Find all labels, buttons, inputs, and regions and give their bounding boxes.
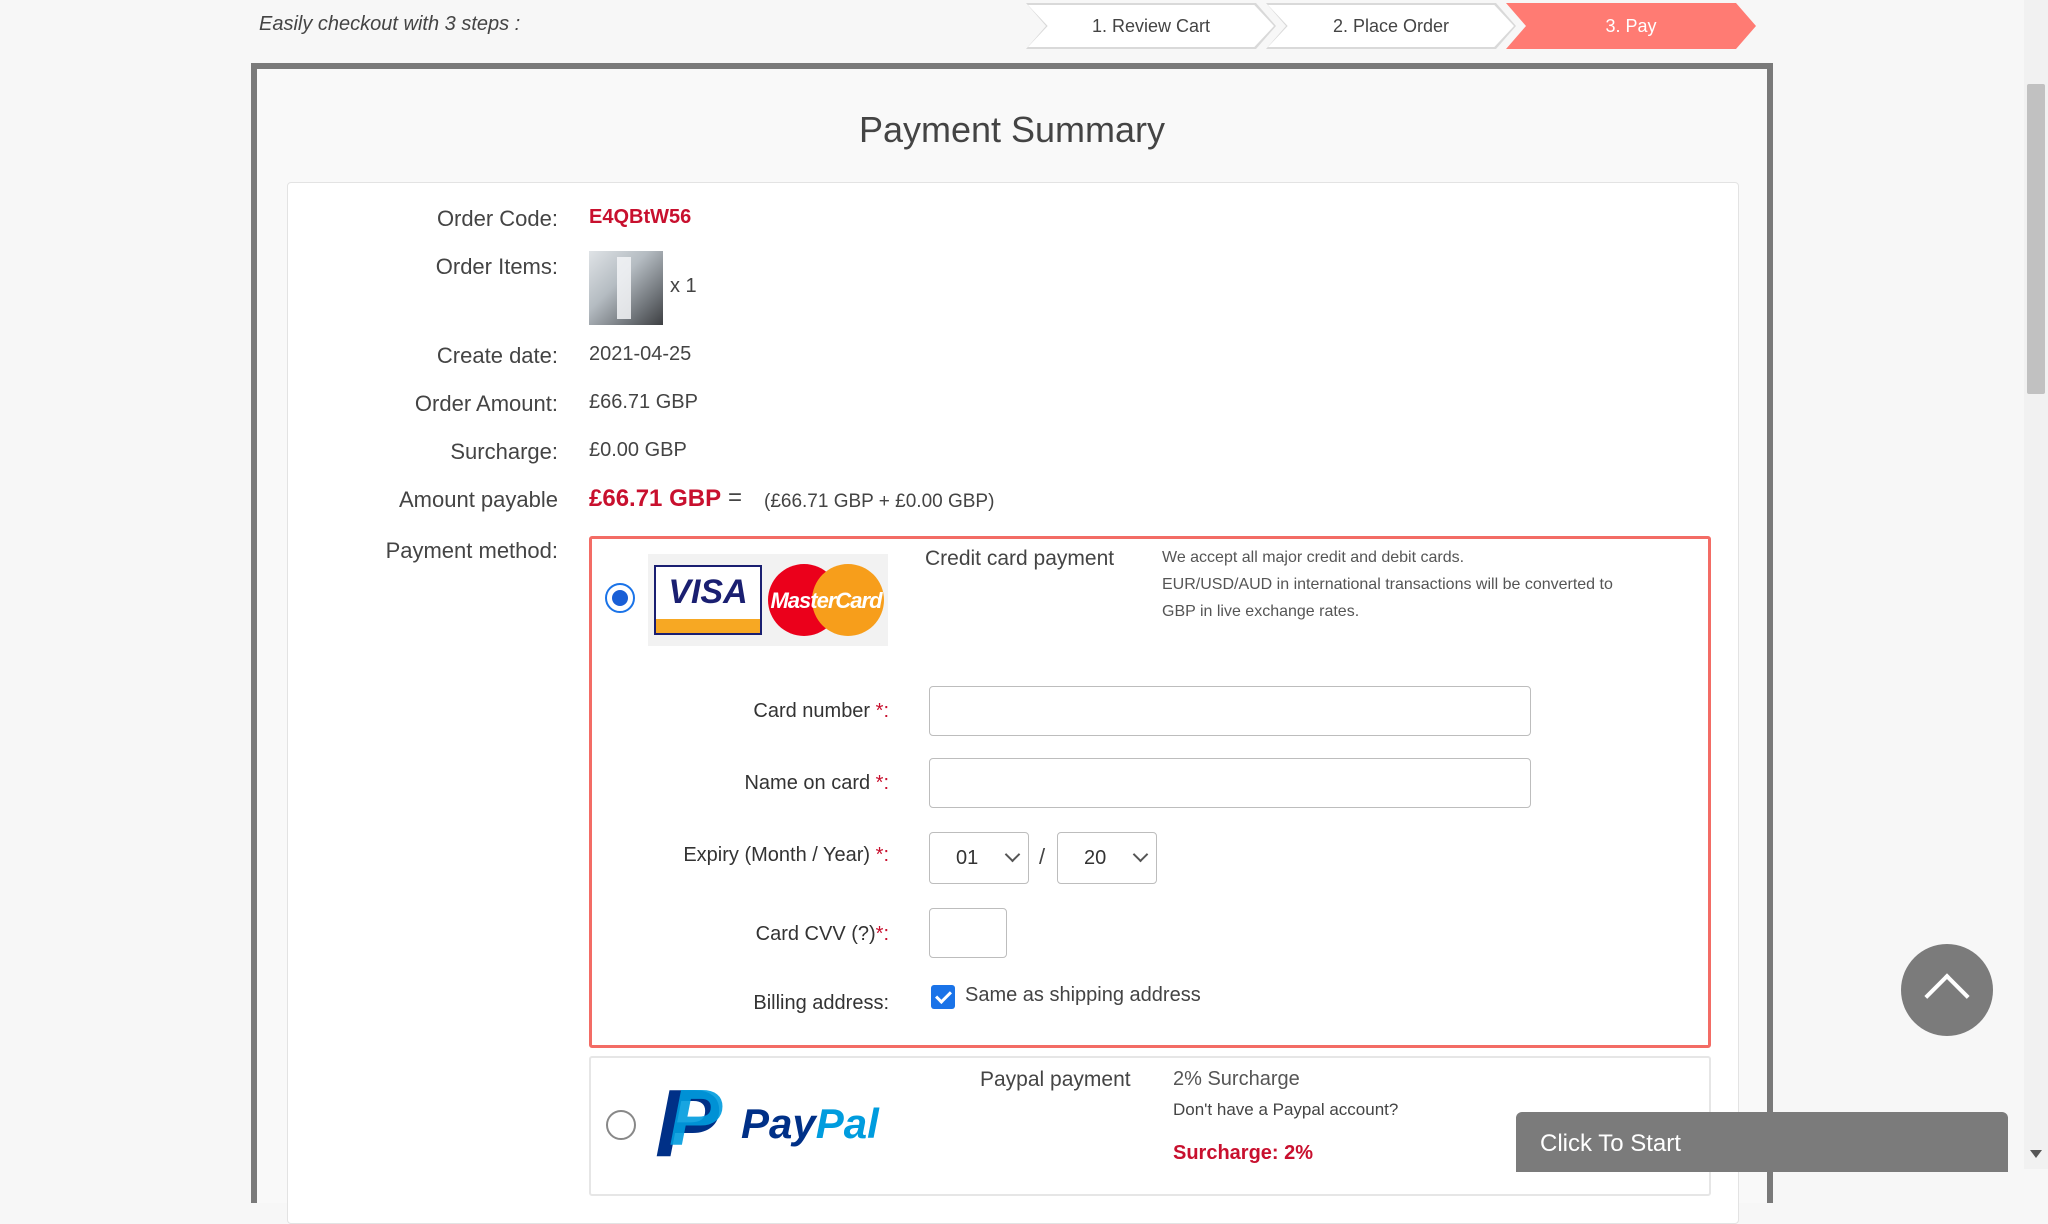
- card-logos: VISA MasterCard: [648, 554, 888, 646]
- step-label: 3. Pay: [1605, 15, 1657, 36]
- paypal-surcharge-note: 2% Surcharge: [1173, 1068, 1300, 1090]
- mastercard-logo-text: MasterCard: [770, 588, 882, 613]
- step-pay[interactable]: 3. Pay: [1506, 3, 1756, 49]
- card-number-label-text: Card number: [753, 700, 876, 722]
- paypal-radio[interactable]: [606, 1110, 636, 1140]
- name-on-card-label-text: Name on card: [744, 772, 876, 794]
- order-items-label: Order Items:: [435, 254, 558, 279]
- step-place-order[interactable]: 2. Place Order: [1266, 3, 1516, 49]
- cvv-input[interactable]: [929, 908, 1007, 958]
- visa-logo-text: VISA: [668, 573, 748, 611]
- checkout-tagline: Easily checkout with 3 steps :: [259, 13, 521, 35]
- order-item-qty: x 1: [670, 275, 697, 297]
- mastercard-logo: MasterCard: [768, 564, 884, 636]
- required-mark: *:: [875, 772, 889, 794]
- visa-logo-bar: [656, 619, 760, 633]
- expiry-month-value: 01: [956, 846, 979, 869]
- order-code-value: E4QBtW56: [589, 206, 692, 228]
- expiry-label-text: Expiry (Month / Year): [683, 844, 876, 866]
- order-code-label: Order Code:: [436, 206, 558, 231]
- page-title: Payment Summary: [858, 109, 1166, 150]
- paypal-logo: P P PayPal: [655, 1073, 895, 1172]
- expiry-month-select[interactable]: 01: [929, 832, 1029, 884]
- credit-card-desc-line: GBP in live exchange rates.: [1162, 603, 1360, 620]
- cvv-label: Card CVV (?)*:: [659, 923, 889, 946]
- amount-breakdown: (£66.71 GBP + £0.00 GBP): [764, 491, 995, 512]
- create-date-value: 2021-04-25: [589, 343, 692, 365]
- surcharge-value: £0.00 GBP: [589, 439, 687, 461]
- checkout-header: Easily checkout with 3 steps : 1. Review…: [0, 0, 2048, 52]
- paypal-title: Paypal payment: [980, 1068, 1131, 1091]
- step-review-cart[interactable]: 1. Review Cart: [1026, 3, 1276, 49]
- paypal-mark-overlay: P: [669, 1073, 723, 1162]
- surcharge-label: Surcharge:: [450, 439, 558, 464]
- name-on-card-input[interactable]: [929, 758, 1531, 808]
- paypal-wordmark: PayPal: [741, 1100, 879, 1148]
- required-mark: *:: [875, 844, 889, 866]
- name-on-card-label: Name on card *:: [659, 772, 889, 795]
- order-item-thumbnail[interactable]: [589, 251, 663, 325]
- expiry-label: Expiry (Month / Year) *:: [659, 844, 889, 867]
- back-to-top-button[interactable]: [1901, 944, 1993, 1036]
- order-amount-label: Order Amount:: [414, 391, 558, 416]
- chevron-down-icon: [1132, 846, 1149, 863]
- card-number-input[interactable]: [929, 686, 1531, 736]
- credit-card-desc-line: We accept all major credit and debit car…: [1162, 549, 1465, 566]
- cvv-label-text: Card CVV (?): [755, 923, 876, 945]
- click-to-start-button[interactable]: Click To Start: [1516, 1112, 2008, 1172]
- order-amount-value: £66.71 GBP: [589, 391, 698, 413]
- required-mark: *:: [875, 923, 889, 945]
- card-number-label: Card number *:: [659, 700, 889, 723]
- required-mark: *:: [875, 700, 889, 722]
- paypal-wordmark-a: Pay: [741, 1100, 816, 1147]
- step-label: 1. Review Cart: [1091, 15, 1211, 36]
- chevron-down-icon: [1004, 846, 1021, 863]
- expiry-separator: /: [1039, 844, 1046, 869]
- scrollbar-thumb[interactable]: [2027, 84, 2045, 394]
- equals-sign: =: [728, 484, 743, 511]
- expiry-year-select[interactable]: 20: [1057, 832, 1157, 884]
- credit-card-desc-line: EUR/USD/AUD in international transaction…: [1162, 576, 1613, 593]
- same-as-shipping-checkbox[interactable]: [931, 985, 955, 1009]
- visa-logo: VISA: [654, 565, 762, 635]
- step-label: 2. Place Order: [1332, 15, 1450, 36]
- credit-card-radio[interactable]: [605, 583, 635, 613]
- same-as-shipping-label[interactable]: Same as shipping address: [965, 984, 1201, 1007]
- amount-payable-value: £66.71 GBP: [589, 485, 722, 512]
- scroll-down-arrow-icon[interactable]: [2030, 1150, 2042, 1158]
- paypal-account-question[interactable]: Don't have a Paypal account?: [1173, 1100, 1398, 1120]
- paypal-surcharge: Surcharge: 2%: [1173, 1142, 1314, 1164]
- create-date-label: Create date:: [436, 343, 558, 368]
- expiry-year-value: 20: [1084, 846, 1107, 869]
- credit-card-title: Credit card payment: [925, 547, 1115, 570]
- credit-card-description: We accept all major credit and debit car…: [1162, 544, 1613, 625]
- amount-payable-label: Amount payable: [399, 487, 558, 512]
- paypal-wordmark-b: Pal: [815, 1100, 879, 1147]
- payment-method-label: Payment method:: [385, 538, 558, 563]
- billing-address-label: Billing address:: [753, 992, 889, 1014]
- credit-card-option[interactable]: VISA MasterCard Credit card payment We a…: [589, 536, 1711, 1048]
